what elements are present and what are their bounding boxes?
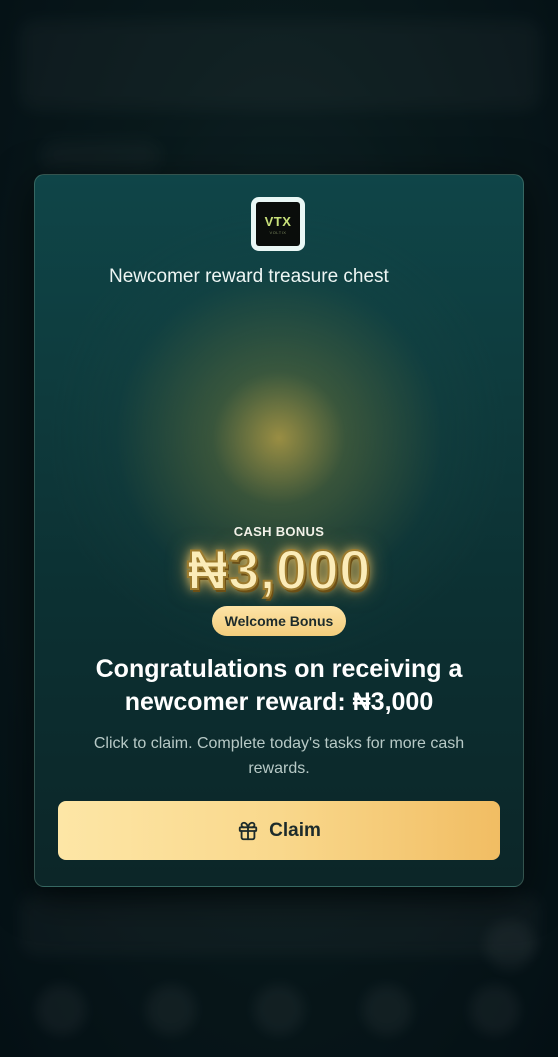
- modal-title: Newcomer reward treasure chest: [109, 266, 389, 287]
- newcomer-reward-modal: VTX VOLTIX Newcomer reward treasure ches…: [34, 174, 524, 887]
- gift-icon: [237, 820, 259, 842]
- app-logo-mark: VTX VOLTIX: [256, 202, 300, 246]
- bonus-amount: ₦3,000: [186, 537, 371, 602]
- claim-button[interactable]: Claim: [58, 801, 500, 860]
- claim-description: Click to claim. Complete today's tasks f…: [93, 735, 465, 777]
- congratulations-headline: Congratulations on receiving a newcomer …: [95, 655, 463, 716]
- claim-button-label: Claim: [269, 819, 321, 841]
- app-logo-subtext: VOLTIX: [269, 229, 287, 235]
- welcome-bonus-badge: Welcome Bonus: [212, 606, 346, 636]
- app-logo-text: VTX: [264, 213, 292, 229]
- app-logo: VTX VOLTIX: [251, 197, 305, 251]
